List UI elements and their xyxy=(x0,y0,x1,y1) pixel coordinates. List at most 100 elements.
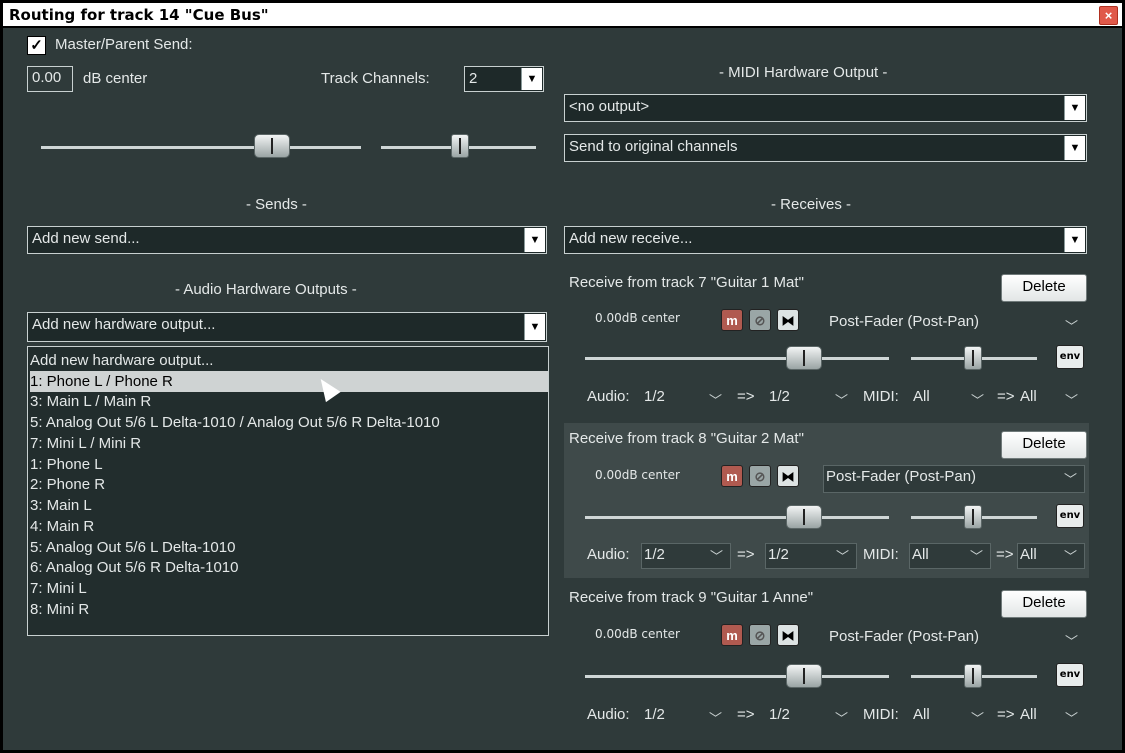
close-icon[interactable]: × xyxy=(1099,6,1118,25)
chevron-down-icon[interactable]: ﹀ xyxy=(836,546,849,568)
chevron-down-icon[interactable]: ﹀ xyxy=(1064,469,1077,491)
chevron-down-icon[interactable]: ▼ xyxy=(1064,228,1085,252)
master-send-checkbox[interactable]: ✓ xyxy=(27,36,46,55)
receive-pan-slider-knob[interactable] xyxy=(964,505,982,529)
midi-channel-select[interactable]: Send to original channels ▼ xyxy=(564,134,1087,162)
audio-dst-select[interactable]: 1/2 ﹀ xyxy=(765,543,857,569)
chevron-down-icon[interactable]: ﹀ xyxy=(971,390,984,409)
delete-receive-button[interactable]: Delete xyxy=(1001,274,1087,302)
hw-output-option[interactable]: 3: Main L / Main R xyxy=(30,391,548,412)
track-channels-value: 2 xyxy=(469,70,478,87)
midi-dst-select[interactable]: All xyxy=(1020,388,1037,405)
midi-src-select[interactable]: All xyxy=(913,706,930,723)
hw-output-option[interactable]: 1: Phone L xyxy=(30,454,548,475)
mute-button[interactable]: m xyxy=(721,624,743,646)
send-mode-select[interactable]: Post-Fader (Post-Pan) ﹀ xyxy=(823,465,1085,493)
routing-content: ✓ Master/Parent Send: 0.00 dB center Tra… xyxy=(3,28,1122,750)
chevron-down-icon[interactable]: ﹀ xyxy=(971,708,984,727)
midi-src-select[interactable]: All ﹀ xyxy=(909,543,991,569)
track-channels-select[interactable]: 2 ▼ xyxy=(464,66,544,92)
envelope-button[interactable]: env xyxy=(1056,345,1084,369)
add-receive-select[interactable]: Add new receive... ▼ xyxy=(564,226,1087,254)
envelope-button[interactable]: env xyxy=(1056,663,1084,687)
add-send-select[interactable]: Add new send... ▼ xyxy=(27,226,547,254)
send-mode-select[interactable]: Post-Fader (Post-Pan) xyxy=(829,313,979,330)
chevron-down-icon[interactable]: ﹀ xyxy=(1065,708,1078,727)
delete-receive-button[interactable]: Delete xyxy=(1001,590,1087,618)
phase-invert-button[interactable]: ⊘ xyxy=(749,465,771,487)
audio-src-select[interactable]: 1/2 ﹀ xyxy=(641,543,731,569)
add-hw-output-value: Add new hardware output... xyxy=(32,316,216,333)
chevron-down-icon[interactable]: ﹀ xyxy=(1064,546,1077,568)
add-hw-output-select[interactable]: Add new hardware output... ▼ xyxy=(27,312,547,342)
mute-button[interactable]: m xyxy=(721,309,743,331)
chevron-down-icon[interactable]: ﹀ xyxy=(835,708,848,727)
chevron-down-icon[interactable]: ﹀ xyxy=(1065,390,1078,409)
receive-volume-slider-knob[interactable] xyxy=(786,505,822,529)
mono-stereo-button[interactable]: ⧓ xyxy=(777,309,799,331)
midi-hw-header: - MIDI Hardware Output - xyxy=(719,64,888,81)
chevron-down-icon[interactable]: ▼ xyxy=(1064,136,1085,160)
envelope-button[interactable]: env xyxy=(1056,504,1084,528)
audio-src-select[interactable]: 1/2 xyxy=(644,706,665,723)
delete-receive-button[interactable]: Delete xyxy=(1001,431,1087,459)
chevron-down-icon[interactable]: ﹀ xyxy=(1065,316,1078,335)
midi-output-select[interactable]: <no output> ▼ xyxy=(564,94,1087,122)
chevron-down-icon[interactable]: ﹀ xyxy=(835,390,848,409)
chevron-down-icon[interactable]: ▼ xyxy=(521,68,542,90)
phase-invert-button[interactable]: ⊘ xyxy=(749,309,771,331)
midi-dst-select[interactable]: All xyxy=(1020,706,1037,723)
receive-title: Receive from track 9 "Guitar 1 Anne" xyxy=(569,589,814,606)
mono-stereo-button[interactable]: ⧓ xyxy=(777,624,799,646)
chevron-down-icon[interactable]: ﹀ xyxy=(709,390,722,409)
hw-output-option[interactable]: Add new hardware output... xyxy=(30,350,548,371)
hw-output-option[interactable]: 7: Mini L xyxy=(30,578,548,599)
master-volume-field[interactable]: 0.00 xyxy=(27,66,73,92)
mute-button[interactable]: m xyxy=(721,465,743,487)
receive-title: Receive from track 7 "Guitar 1 Mat" xyxy=(569,274,804,291)
hw-output-option[interactable]: 2: Phone R xyxy=(30,474,548,495)
audio-label: Audio: xyxy=(587,706,630,723)
chevron-down-icon[interactable]: ▼ xyxy=(524,228,545,252)
master-volume-slider-knob[interactable] xyxy=(254,134,290,158)
phase-invert-button[interactable]: ⊘ xyxy=(749,624,771,646)
hw-output-option[interactable]: 7: Mini L / Mini R xyxy=(30,433,548,454)
audio-hw-header: - Audio Hardware Outputs - xyxy=(175,281,357,298)
receive-volume-label: 0.00dB center xyxy=(595,311,680,325)
receive-volume-slider-track[interactable] xyxy=(585,675,889,678)
master-pan-slider-knob[interactable] xyxy=(451,134,469,158)
hw-output-option-highlighted[interactable]: 1: Phone L / Phone R xyxy=(30,371,548,392)
receive-pan-slider-knob[interactable] xyxy=(964,346,982,370)
hw-output-option[interactable]: 5: Analog Out 5/6 L Delta-1010 xyxy=(30,537,548,558)
add-send-value: Add new send... xyxy=(32,230,140,247)
midi-dst-select[interactable]: All ﹀ xyxy=(1017,543,1085,569)
hw-output-option[interactable]: 8: Mini R xyxy=(30,599,548,620)
receive-volume-slider-track[interactable] xyxy=(585,516,889,519)
master-volume-slider-track[interactable] xyxy=(41,146,361,149)
hw-output-option[interactable]: 3: Main L xyxy=(30,495,548,516)
chevron-down-icon[interactable]: ﹀ xyxy=(1065,631,1078,650)
receive-volume-slider-knob[interactable] xyxy=(786,346,822,370)
window-title: Routing for track 14 "Cue Bus" xyxy=(9,6,269,24)
midi-src-select[interactable]: All xyxy=(913,388,930,405)
midi-label: MIDI: xyxy=(863,546,899,563)
hw-output-option[interactable]: 5: Analog Out 5/6 L Delta-1010 / Analog … xyxy=(30,412,548,433)
arrow-label: => xyxy=(997,706,1015,723)
audio-dst-select[interactable]: 1/2 xyxy=(769,706,790,723)
title-bar: Routing for track 14 "Cue Bus" × xyxy=(3,3,1122,28)
audio-dst-value: 1/2 xyxy=(768,546,789,563)
chevron-down-icon[interactable]: ﹀ xyxy=(970,546,983,568)
chevron-down-icon[interactable]: ﹀ xyxy=(710,546,723,568)
chevron-down-icon[interactable]: ▼ xyxy=(524,314,545,340)
audio-src-select[interactable]: 1/2 xyxy=(644,388,665,405)
send-mode-select[interactable]: Post-Fader (Post-Pan) xyxy=(829,628,979,645)
receive-pan-slider-knob[interactable] xyxy=(964,664,982,688)
hw-output-option[interactable]: 4: Main R xyxy=(30,516,548,537)
receive-volume-slider-knob[interactable] xyxy=(786,664,822,688)
hw-output-option[interactable]: 6: Analog Out 5/6 R Delta-1010 xyxy=(30,557,548,578)
chevron-down-icon[interactable]: ﹀ xyxy=(709,708,722,727)
chevron-down-icon[interactable]: ▼ xyxy=(1064,96,1085,120)
mono-stereo-button[interactable]: ⧓ xyxy=(777,465,799,487)
audio-dst-select[interactable]: 1/2 xyxy=(769,388,790,405)
receive-volume-slider-track[interactable] xyxy=(585,357,889,360)
